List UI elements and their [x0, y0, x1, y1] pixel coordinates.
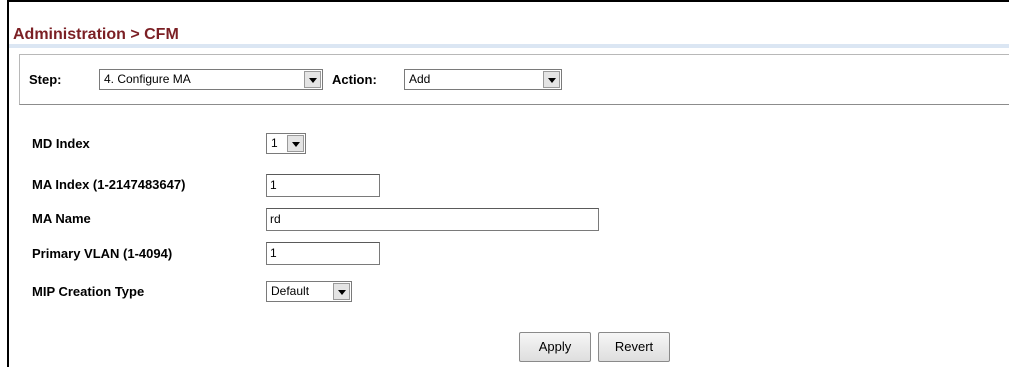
primary-vlan-label: Primary VLAN (1-4094): [32, 246, 173, 261]
ma-name-label: MA Name: [32, 211, 91, 226]
apply-button[interactable]: Apply: [519, 332, 591, 362]
step-label: Step:: [29, 72, 62, 87]
mip-creation-type-select[interactable]: Default: [266, 281, 352, 302]
md-index-select[interactable]: 1: [266, 133, 306, 154]
ma-index-value: 1: [270, 178, 277, 192]
revert-button[interactable]: Revert: [598, 332, 670, 362]
md-index-label: MD Index: [32, 136, 90, 151]
md-index-value: 1: [271, 136, 278, 150]
chevron-down-icon[interactable]: [287, 135, 304, 152]
mip-creation-type-value: Default: [271, 284, 310, 298]
chevron-down-icon[interactable]: [304, 71, 321, 88]
ma-index-input[interactable]: 1: [266, 174, 380, 197]
ma-index-label: MA Index (1-2147483647): [32, 177, 186, 192]
action-select[interactable]: Add: [404, 69, 562, 90]
mip-creation-type-label: MIP Creation Type: [32, 284, 145, 299]
action-label: Action:: [332, 72, 377, 87]
chevron-down-icon[interactable]: [333, 283, 350, 300]
ma-name-value: rd: [270, 212, 281, 226]
page-title: Administration > CFM: [13, 26, 179, 43]
step-select[interactable]: 4. Configure MA: [99, 69, 323, 90]
primary-vlan-value: 1: [270, 246, 277, 260]
primary-vlan-input[interactable]: 1: [266, 242, 380, 265]
page-frame: Administration > CFM Step: 4. Configure …: [7, 0, 1009, 367]
ma-name-input[interactable]: rd: [266, 208, 599, 231]
title-bar: Administration > CFM: [9, 18, 1009, 48]
action-select-value: Add: [409, 72, 431, 86]
step-select-value: 4. Configure MA: [104, 72, 191, 86]
step-action-bar: Step: 4. Configure MA Action: Add: [19, 54, 1009, 105]
chevron-down-icon[interactable]: [543, 71, 560, 88]
